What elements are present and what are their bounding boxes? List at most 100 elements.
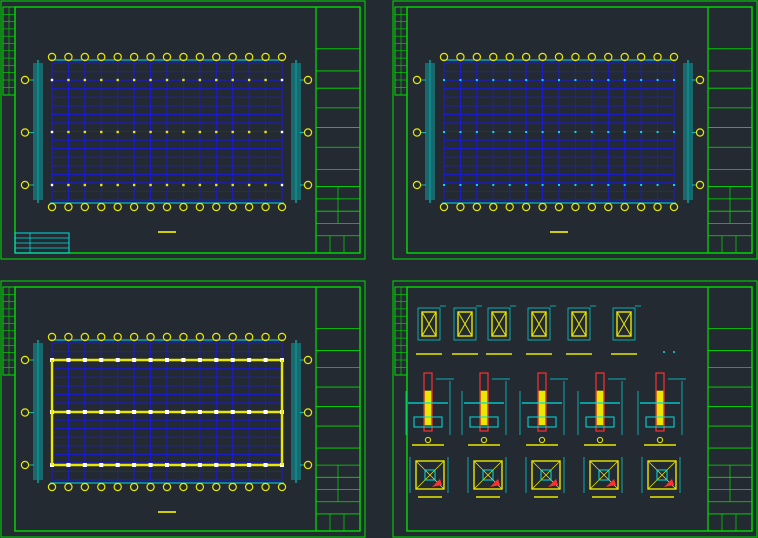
column-mark <box>165 78 169 82</box>
column-mark <box>525 184 528 186</box>
column-mark <box>263 463 268 467</box>
column-mark <box>607 131 610 133</box>
column-mark <box>214 410 219 414</box>
column-mark <box>83 183 87 187</box>
column-mark <box>508 184 511 186</box>
column-mark <box>590 131 593 133</box>
column-mark <box>165 183 169 187</box>
column-mark <box>99 410 104 414</box>
column-mark <box>214 358 219 362</box>
column-mark <box>607 79 610 81</box>
column-mark <box>558 79 560 81</box>
pedestal-rebar <box>538 390 546 426</box>
column-mark <box>165 410 169 414</box>
column-mark <box>492 79 495 81</box>
column-mark <box>656 184 659 186</box>
column-mark <box>132 358 137 362</box>
column-mark <box>280 78 284 82</box>
column-mark <box>83 78 87 82</box>
column-mark <box>247 78 251 82</box>
column-mark <box>673 184 675 186</box>
note-dot <box>673 351 675 353</box>
column-mark <box>215 183 218 187</box>
column-mark <box>198 130 202 134</box>
column-mark <box>132 183 136 187</box>
model-space-background <box>0 0 758 538</box>
column-mark <box>181 358 186 362</box>
column-mark <box>230 463 235 467</box>
column-mark <box>50 183 54 187</box>
column-mark <box>247 463 252 467</box>
column-mark <box>263 410 268 414</box>
column-mark <box>623 79 626 81</box>
pedestal-rebar <box>424 390 432 426</box>
column-mark <box>197 358 202 362</box>
column-mark <box>443 184 445 186</box>
column-mark <box>231 183 234 187</box>
pedestal-rebar <box>480 390 488 426</box>
column-mark <box>149 130 152 134</box>
column-mark <box>82 463 87 467</box>
column-mark <box>148 463 153 467</box>
column-mark <box>99 463 104 467</box>
column-mark <box>67 78 70 82</box>
column-mark <box>148 358 153 362</box>
column-mark <box>574 131 577 133</box>
column-mark <box>623 184 626 186</box>
column-mark <box>197 410 202 414</box>
column-mark <box>640 79 643 81</box>
column-mark <box>247 130 251 134</box>
column-mark <box>590 79 593 81</box>
column-mark <box>673 131 675 133</box>
column-mark <box>443 131 445 133</box>
column-mark <box>492 184 495 186</box>
column-mark <box>231 78 234 82</box>
pedestal-rebar <box>656 390 664 426</box>
column-mark <box>149 78 152 82</box>
column-mark <box>67 183 70 187</box>
column-mark <box>132 130 136 134</box>
column-mark <box>574 184 577 186</box>
column-mark <box>607 184 610 186</box>
column-mark <box>508 131 511 133</box>
column-mark <box>264 130 267 134</box>
column-mark <box>459 131 462 133</box>
column-mark <box>116 78 119 82</box>
column-mark <box>181 463 186 467</box>
column-mark <box>459 184 462 186</box>
column-mark <box>541 131 544 133</box>
column-mark <box>492 131 495 133</box>
column-mark <box>247 358 252 362</box>
column-mark <box>558 131 560 133</box>
column-mark <box>82 410 87 414</box>
column-mark <box>640 131 643 133</box>
column-mark <box>247 410 252 414</box>
column-mark <box>280 183 284 187</box>
column-mark <box>182 78 185 82</box>
column-mark <box>198 183 202 187</box>
column-mark <box>100 183 103 187</box>
column-mark <box>574 79 577 81</box>
column-mark <box>197 463 202 467</box>
column-mark <box>165 463 169 467</box>
column-mark <box>99 358 104 362</box>
column-mark <box>475 131 478 133</box>
column-mark <box>623 131 626 133</box>
column-mark <box>508 79 511 81</box>
column-mark <box>100 78 103 82</box>
column-mark <box>132 463 137 467</box>
column-mark <box>264 183 267 187</box>
column-mark <box>66 463 71 467</box>
column-mark <box>82 358 87 362</box>
column-mark <box>115 358 120 362</box>
pedestal-rebar <box>596 390 604 426</box>
column-mark <box>181 410 186 414</box>
column-mark <box>165 130 169 134</box>
column-mark <box>230 358 235 362</box>
column-mark <box>132 78 136 82</box>
column-mark <box>230 410 235 414</box>
column-mark <box>198 78 202 82</box>
column-mark <box>640 184 643 186</box>
column-mark <box>280 130 284 134</box>
column-mark <box>115 463 120 467</box>
